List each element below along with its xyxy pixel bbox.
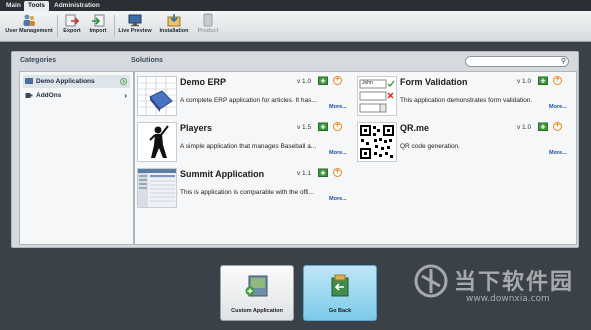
category-demo-applications[interactable]: Demo Applications [23, 75, 130, 88]
more-link[interactable]: More... [329, 104, 347, 110]
export-icon [65, 14, 79, 27]
solutions-search-input[interactable]: ⚲ [465, 56, 569, 67]
search-icon: ⚲ [560, 58, 566, 65]
solution-name: Players [180, 123, 213, 133]
installation-button[interactable]: Installation [158, 13, 190, 34]
solution-version: v 1.1 [297, 170, 312, 177]
category-label: Demo Applications [36, 78, 95, 85]
tab-administration[interactable]: Administration [50, 1, 104, 11]
baseball-player-icon [138, 123, 176, 161]
main-panel: Categories Solutions ⚲ Demo Applications… [11, 51, 579, 248]
solution-card-summit-application[interactable]: Summit Application v 1.1 + This is appli… [137, 168, 352, 216]
solutions-grid: Demo ERP v 1.0 + A complete ERP applicat… [134, 71, 577, 245]
import-label: Import [89, 28, 107, 34]
tab-main[interactable]: Main [2, 1, 25, 11]
go-back-icon [331, 274, 349, 297]
add-solution-icon[interactable] [318, 76, 328, 85]
category-label: AddOns [36, 92, 62, 99]
user-management-button[interactable]: User Management [4, 13, 54, 34]
qr-code-icon [358, 123, 396, 161]
watermark-url: www.downxia.com [466, 294, 550, 304]
product-icon [203, 13, 213, 27]
solution-card-form-validation[interactable]: John Form Validation v 1.0 + This applic… [357, 76, 572, 124]
product-label: Product [197, 28, 219, 34]
toolbar: User Management Export Import Live Previ… [0, 11, 591, 42]
users-icon [23, 14, 35, 26]
solution-description: This application demonstrates form valid… [400, 97, 533, 104]
custom-application-label: Custom Application [231, 308, 283, 314]
custom-application-icon [245, 275, 268, 297]
solution-version: v 1.0 [517, 78, 532, 85]
plus-circle-icon[interactable]: + [553, 122, 562, 131]
more-link[interactable]: More... [329, 150, 347, 156]
tab-tools[interactable]: Tools [24, 1, 49, 11]
add-solution-icon[interactable] [538, 76, 548, 85]
solution-description: A complete ERP application for articles.… [180, 97, 317, 104]
export-label: Export [63, 28, 81, 34]
add-solution-icon[interactable] [318, 122, 328, 131]
more-link[interactable]: More... [329, 196, 347, 202]
go-back-label: Go Back [328, 308, 352, 314]
monitor-icon [25, 78, 33, 84]
installation-icon [167, 14, 181, 27]
category-addons[interactable]: AddOns › [23, 89, 130, 102]
solution-card-demo-erp[interactable]: Demo ERP v 1.0 + A complete ERP applicat… [137, 76, 352, 124]
solution-card-players[interactable]: Players v 1.5 + A simple application tha… [137, 122, 352, 170]
solution-version: v 1.0 [517, 124, 532, 131]
toolbar-separator [57, 15, 58, 37]
form-validation-thumbnail: John [357, 76, 397, 116]
solution-name: Form Validation [400, 77, 468, 87]
watermark-text: 当下软件园 [454, 270, 575, 295]
solution-name: Demo ERP [180, 77, 227, 87]
solution-version: v 1.5 [297, 124, 312, 131]
watermark-logo-icon [414, 264, 448, 298]
top-tab-bar: Main Tools Administration [0, 0, 591, 11]
toolbar-separator [114, 15, 115, 37]
product-button[interactable]: Product [196, 13, 220, 34]
solution-version: v 1.0 [297, 78, 312, 85]
puzzle-icon [25, 93, 33, 98]
import-icon [92, 14, 105, 27]
user-management-label: User Management [5, 28, 53, 34]
solution-description: QR code generation. [400, 143, 460, 150]
export-button[interactable]: Export [61, 13, 83, 34]
import-button[interactable]: Import [86, 13, 110, 34]
more-link[interactable]: More... [549, 104, 567, 110]
solution-description: A simple application that manages Baseba… [180, 143, 317, 150]
demo-erp-thumbnail [137, 76, 177, 116]
add-solution-icon[interactable] [318, 168, 328, 177]
summit-application-thumbnail [137, 168, 177, 208]
plus-circle-icon[interactable]: + [553, 76, 562, 85]
name-field-value: John [362, 80, 373, 86]
solution-card-qr-me[interactable]: QR.me v 1.0 + QR code generation. More..… [357, 122, 572, 170]
qr-me-thumbnail [357, 122, 397, 162]
go-back-button[interactable]: Go Back [303, 265, 377, 321]
solution-description: This is application is comparable with t… [180, 189, 314, 196]
plus-circle-icon[interactable]: + [333, 122, 342, 131]
plus-circle-icon[interactable]: + [333, 76, 342, 85]
categories-list: Demo Applications AddOns › [19, 71, 134, 245]
add-solution-icon[interactable] [538, 122, 548, 131]
watermark: 当下软件园 www.downxia.com [406, 258, 591, 330]
installation-label: Installation [159, 28, 189, 34]
categories-title: Categories [20, 57, 57, 64]
solution-name: QR.me [400, 123, 430, 133]
solutions-title: Solutions [131, 57, 163, 64]
live-preview-button[interactable]: Live Preview [117, 13, 153, 34]
chevron-right-circle-icon [120, 78, 127, 85]
chevron-right-icon: › [124, 91, 127, 100]
monitor-icon [128, 14, 142, 27]
solution-name: Summit Application [180, 169, 265, 179]
plus-circle-icon[interactable]: + [333, 168, 342, 177]
players-thumbnail [137, 122, 177, 162]
live-preview-label: Live Preview [118, 28, 152, 34]
custom-application-button[interactable]: Custom Application [220, 265, 294, 321]
more-link[interactable]: More... [549, 150, 567, 156]
book-icon [138, 77, 176, 115]
app-window-icon [138, 169, 176, 207]
